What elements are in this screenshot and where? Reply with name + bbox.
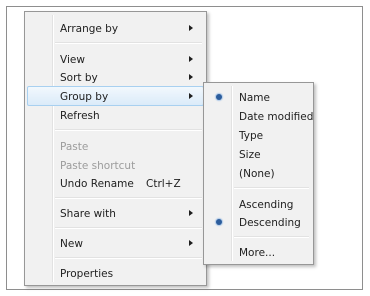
menu-item-label: Properties: [60, 268, 114, 280]
submenu-arrow-icon: [189, 93, 193, 99]
menu-item-new[interactable]: New: [27, 233, 204, 253]
submenu-separator: [234, 187, 309, 189]
selected-bullet-icon: [216, 94, 222, 100]
menu-item-label: Undo Rename: [60, 178, 134, 190]
menu-item-sort-by[interactable]: Sort by: [27, 67, 204, 87]
submenu-item-label: Type: [239, 130, 264, 142]
menu-item-group-by[interactable]: Group by: [27, 86, 204, 106]
menu-item-label: Refresh: [60, 110, 100, 122]
submenu-item-label: Date modified: [239, 111, 314, 123]
submenu-item-type[interactable]: Type: [206, 125, 311, 145]
menu-item-label: Paste: [60, 141, 89, 153]
menu-separator: [55, 197, 202, 199]
selected-bullet-icon: [216, 219, 222, 225]
submenu-item-ascending[interactable]: Ascending: [206, 194, 311, 214]
submenu-item-none[interactable]: (None): [206, 163, 311, 183]
submenu-item-label: Name: [239, 92, 270, 104]
menu-item-arrange-by[interactable]: Arrange by: [27, 18, 204, 38]
submenu-arrow-icon: [189, 74, 193, 80]
menu-item-undo-rename[interactable]: Undo Rename Ctrl+Z: [27, 173, 204, 193]
submenu-item-name[interactable]: Name: [206, 87, 311, 107]
menu-separator: [55, 257, 202, 259]
menu-separator: [55, 227, 202, 229]
submenu-item-size[interactable]: Size: [206, 144, 311, 164]
submenu-item-label: More...: [239, 247, 276, 259]
submenu-item-more[interactable]: More...: [206, 242, 311, 262]
submenu-arrow-icon: [189, 56, 193, 62]
menu-item-paste-shortcut[interactable]: Paste shortcut: [27, 155, 204, 175]
submenu-arrow-icon: [189, 240, 193, 246]
menu-item-label: New: [60, 238, 83, 250]
menu-item-label: Share with: [60, 208, 116, 220]
submenu-separator: [234, 236, 309, 238]
submenu-item-label: Size: [239, 149, 261, 161]
menu-item-label: Group by: [60, 91, 109, 103]
menu-item-label: Sort by: [60, 72, 98, 84]
menu-separator: [55, 42, 202, 44]
group-by-submenu: Name Date modified Type Size (None) Asce…: [203, 82, 314, 265]
menu-item-refresh[interactable]: Refresh: [27, 105, 204, 125]
menu-item-properties[interactable]: Properties: [27, 263, 204, 283]
submenu-item-label: Descending: [239, 217, 301, 229]
submenu-arrow-icon: [189, 210, 193, 216]
menu-item-view[interactable]: View: [27, 49, 204, 69]
menu-item-paste[interactable]: Paste: [27, 136, 204, 156]
menu-item-shortcut: Ctrl+Z: [146, 178, 181, 190]
menu-separator: [55, 129, 202, 131]
submenu-item-descending[interactable]: Descending: [206, 212, 311, 232]
menu-item-label: Arrange by: [60, 23, 119, 35]
context-menu: Arrange by View Sort by Group by Refresh…: [24, 11, 207, 286]
submenu-item-label: (None): [239, 168, 275, 180]
submenu-item-date-modified[interactable]: Date modified: [206, 106, 314, 126]
menu-item-share-with[interactable]: Share with: [27, 203, 204, 223]
submenu-arrow-icon: [189, 25, 193, 31]
